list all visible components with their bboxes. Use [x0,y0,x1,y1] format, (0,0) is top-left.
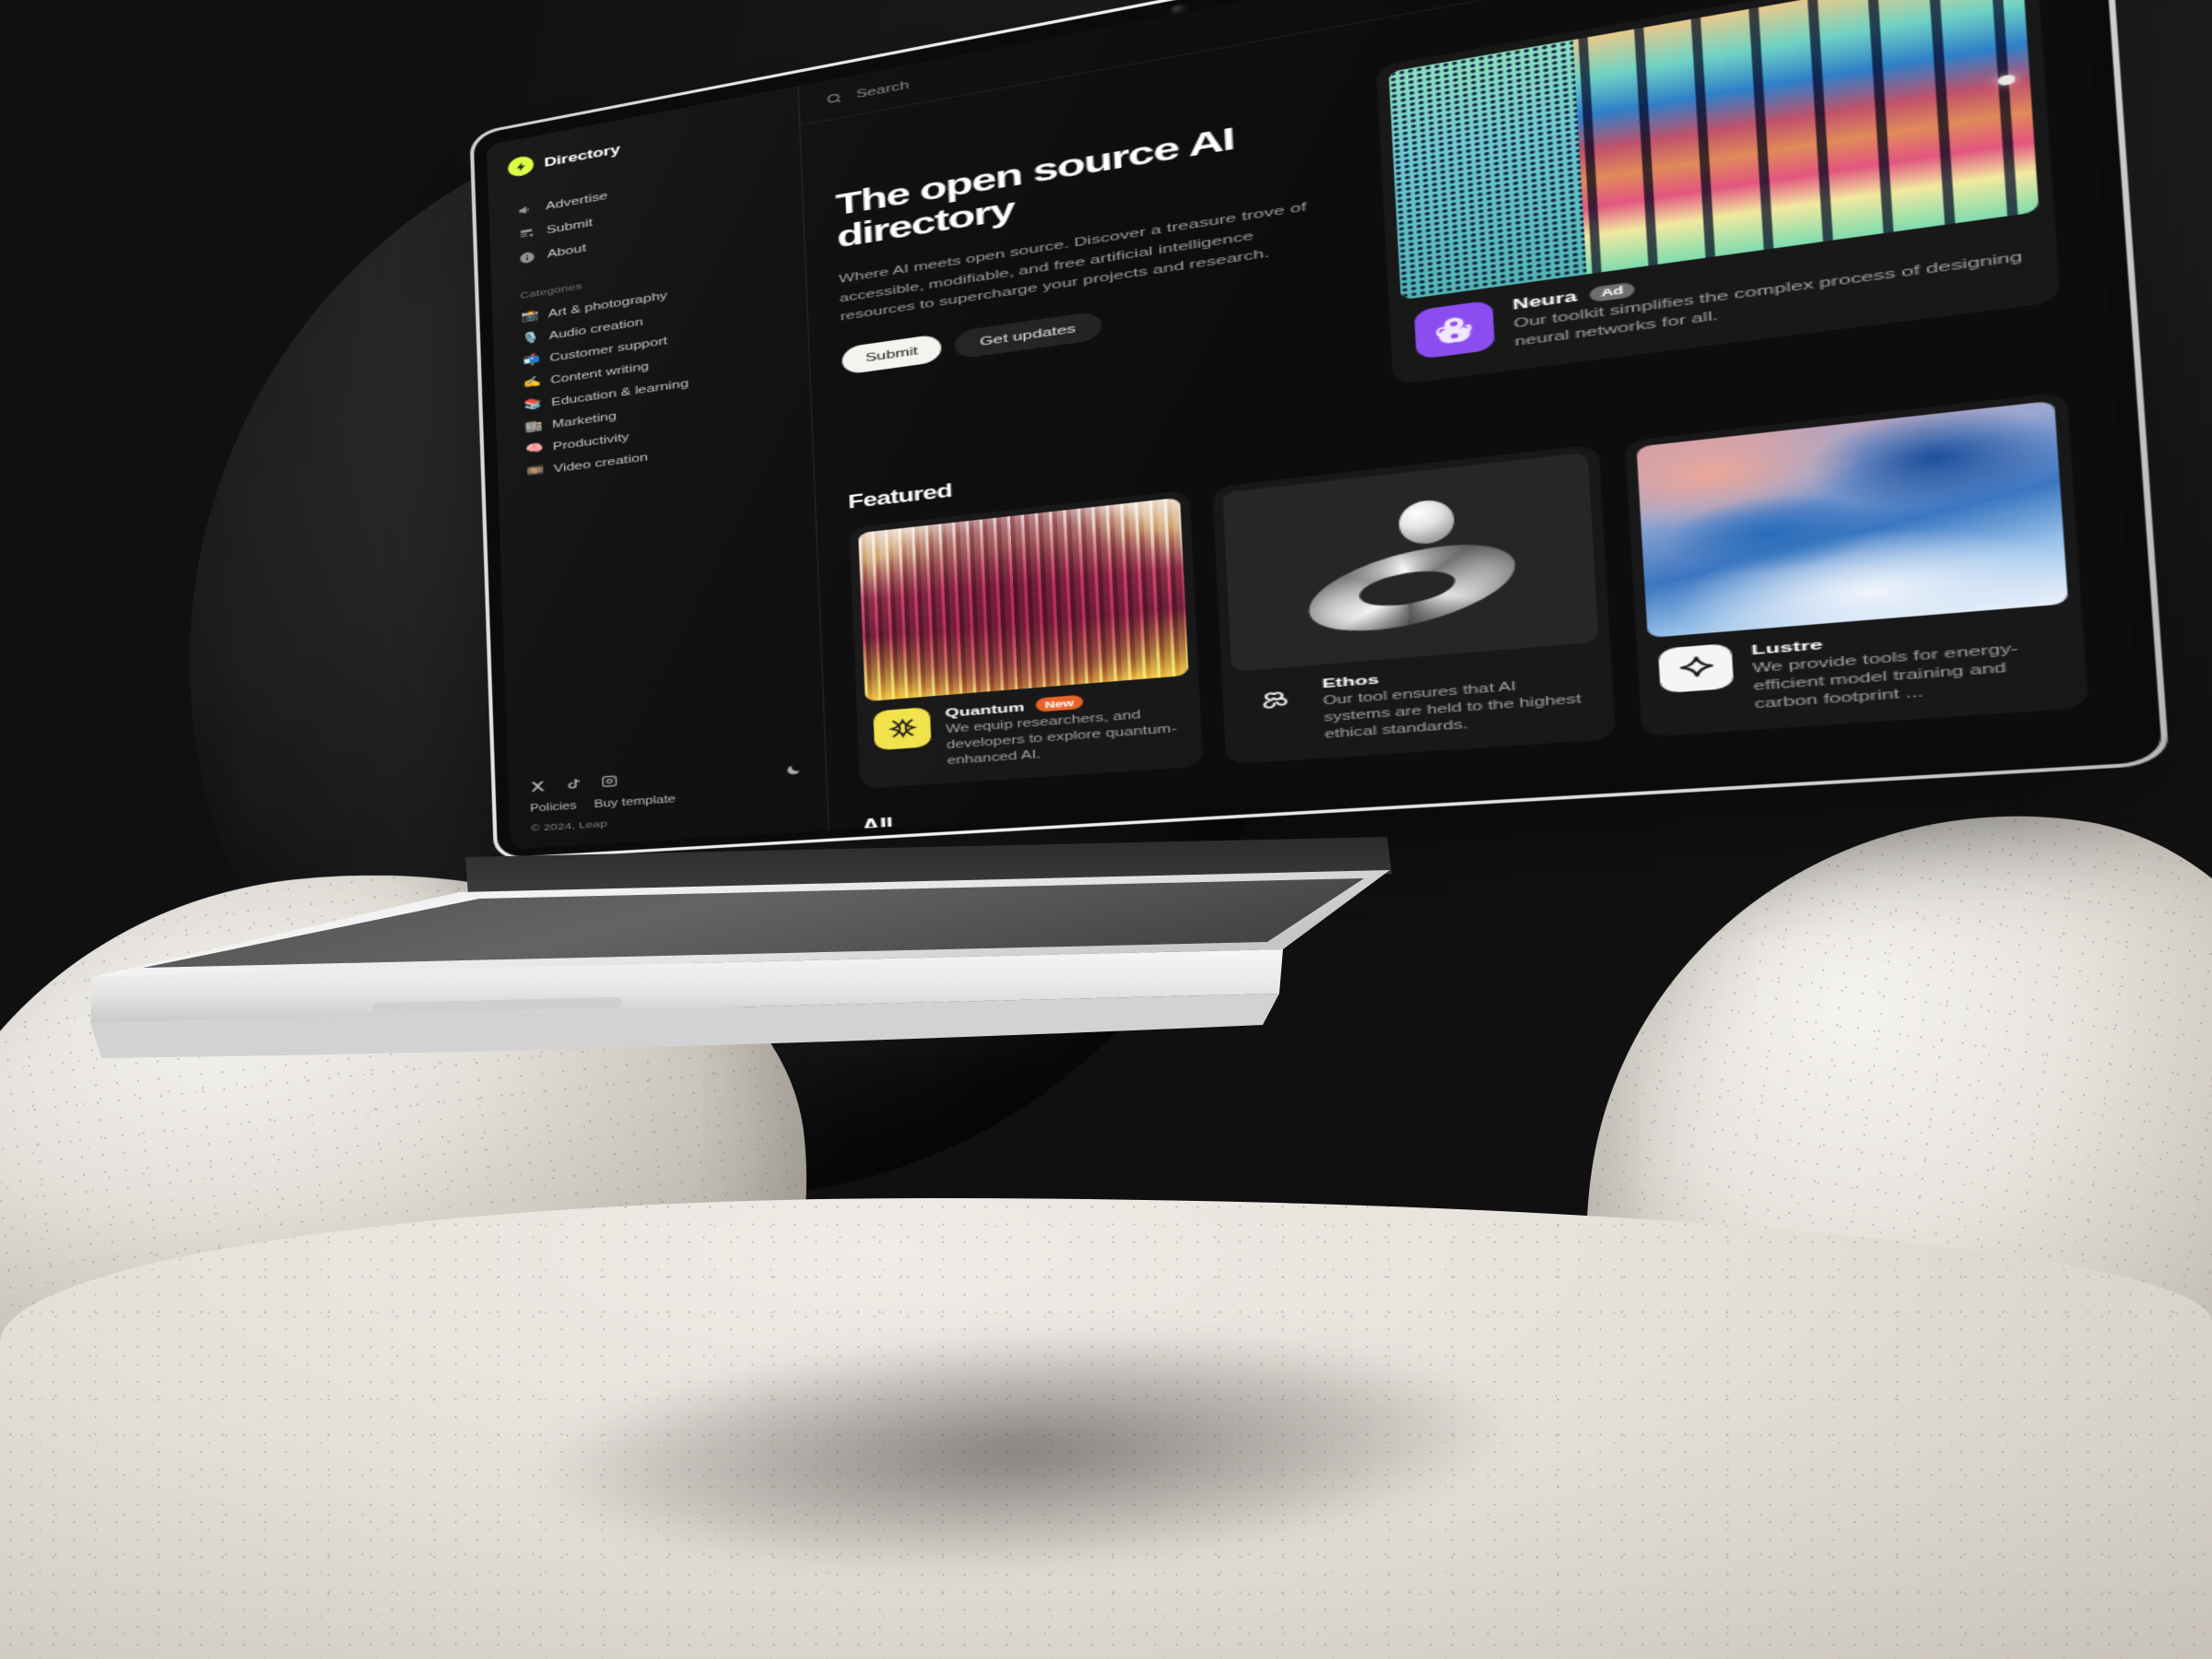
sidebar-footer: Policies Buy template © 2024, Leap [529,761,805,834]
card-lustre[interactable]: Lustre We provide tools for energy-effic… [1624,391,2088,737]
ad-slot: Neura Ad Our toolkit simplifies the comp… [1375,0,2061,385]
microphone-icon: 🎙️ [521,331,540,346]
laptop-mockup: Directory Advertise Submit About Categor… [0,0,2212,1659]
x-icon[interactable] [529,780,547,794]
card-quantum[interactable]: Quantum New We equip researchers, and de… [849,488,1204,789]
sidebar: Directory Advertise Submit About Categor… [486,85,830,850]
books-icon: 📚 [524,397,542,412]
sidebar-item-label: Submit [546,216,594,237]
ethos-logo-icon [1241,677,1307,724]
laptop-lid: Directory Advertise Submit About Categor… [469,0,2170,861]
film-frames-icon: 🎞️ [525,464,545,478]
hero-text: The open source AI directory Where AI me… [834,75,1344,376]
directory-app: Directory Advertise Submit About Categor… [486,0,2140,850]
laptop-screen: Directory Advertise Submit About Categor… [486,0,2140,850]
lustre-logo-icon [1657,642,1735,693]
mailbox-icon: 📬 [522,353,541,368]
card-image [1222,452,1599,672]
sidebar-item-label: Advertise [545,189,608,213]
brain-icon: 🧠 [524,441,544,456]
get-updates-button[interactable]: Get updates [954,311,1102,360]
categories-list: 📸 Art & photography 🎙️ Audio creation 📬 [512,266,789,484]
department-store-icon: 🏬 [524,419,543,434]
brand-name: Directory [544,140,620,170]
card-ethos[interactable]: Ethos Our tool ensures that AI systems a… [1212,443,1617,765]
scroll-area: The open source AI directory Where AI me… [801,0,2140,830]
category-label: Productivity [552,430,629,453]
writing-hand-icon: ✍️ [523,375,542,390]
category-label: Marketing [551,409,618,430]
camera-icon: 📸 [520,309,539,324]
card-image [858,497,1189,701]
card-image [1636,399,2068,638]
primary-nav: Advertise Submit About [509,154,780,271]
footer-link-buy-template[interactable]: Buy template [594,794,676,811]
footer-link-policies[interactable]: Policies [530,801,577,815]
form-icon [518,226,535,241]
status-badge: Ad [1589,280,1636,302]
status-badge: New [1035,694,1084,712]
ad-card-neura[interactable]: Neura Ad Our toolkit simplifies the comp… [1375,0,2061,385]
neura-logo-icon [1414,300,1496,360]
instagram-icon[interactable] [600,774,618,788]
quantum-logo-icon [873,706,932,750]
moon-icon[interactable] [784,761,802,775]
card-title: Lustre [1750,635,1824,658]
tiktok-icon[interactable] [564,777,582,791]
sidebar-item-label: About [547,241,587,261]
card-title: Ethos [1322,670,1380,691]
info-icon [519,250,536,265]
bolt-icon [507,154,535,179]
submit-button[interactable]: Submit [841,333,943,376]
megaphone-icon [517,203,535,218]
search-icon [825,90,843,107]
main-content: The open source AI directory Where AI me… [798,0,2140,830]
